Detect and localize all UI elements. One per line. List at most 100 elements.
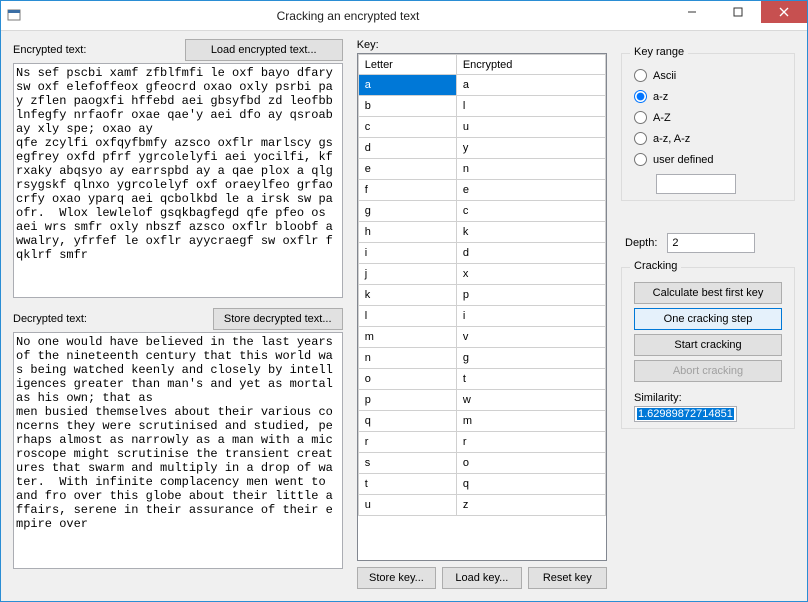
key-cell-encrypted[interactable]: x — [456, 264, 605, 285]
key-cell-encrypted[interactable]: c — [456, 201, 605, 222]
key-cell-encrypted[interactable]: a — [456, 75, 605, 96]
key-cell-encrypted[interactable]: y — [456, 138, 605, 159]
key-cell-encrypted[interactable]: k — [456, 222, 605, 243]
key-row[interactable]: en — [358, 159, 605, 180]
key-cell-letter[interactable]: f — [358, 180, 456, 201]
key-row[interactable]: fe — [358, 180, 605, 201]
key-row[interactable]: id — [358, 243, 605, 264]
encrypted-textarea[interactable] — [13, 63, 343, 298]
key-cell-letter[interactable]: r — [358, 432, 456, 453]
key-cell-letter[interactable]: i — [358, 243, 456, 264]
keyrange-option[interactable]: Ascii — [634, 69, 782, 82]
start-cracking-button[interactable]: Start cracking — [634, 334, 782, 356]
key-row[interactable]: ng — [358, 348, 605, 369]
key-row[interactable]: qm — [358, 411, 605, 432]
key-row[interactable]: gc — [358, 201, 605, 222]
key-cell-letter[interactable]: k — [358, 285, 456, 306]
cracking-group: Cracking Calculate best first key One cr… — [621, 267, 795, 429]
key-cell-letter[interactable]: m — [358, 327, 456, 348]
key-row[interactable]: tq — [358, 474, 605, 495]
key-cell-letter[interactable]: s — [358, 453, 456, 474]
keyrange-radio[interactable] — [634, 132, 647, 145]
similarity-value: 1.62989872714851 — [637, 408, 734, 420]
key-cell-encrypted[interactable]: z — [456, 495, 605, 516]
key-cell-letter[interactable]: n — [358, 348, 456, 369]
reset-key-button[interactable]: Reset key — [528, 567, 607, 589]
keyrange-option[interactable]: a-z, A-z — [634, 132, 782, 145]
key-row[interactable]: ot — [358, 369, 605, 390]
key-cell-encrypted[interactable]: r — [456, 432, 605, 453]
key-column: Key: Letter Encrypted aablcudyenfegchkid… — [357, 39, 607, 589]
key-row[interactable]: jx — [358, 264, 605, 285]
key-cell-encrypted[interactable]: o — [456, 453, 605, 474]
key-row[interactable]: hk — [358, 222, 605, 243]
key-row[interactable]: pw — [358, 390, 605, 411]
user-defined-input[interactable] — [656, 174, 736, 194]
key-cell-letter[interactable]: a — [358, 75, 456, 96]
key-col-encrypted[interactable]: Encrypted — [456, 55, 605, 75]
depth-input[interactable] — [667, 233, 755, 253]
key-cell-letter[interactable]: o — [358, 369, 456, 390]
store-key-button[interactable]: Store key... — [357, 567, 436, 589]
key-cell-encrypted[interactable]: u — [456, 117, 605, 138]
keyrange-option[interactable]: A-Z — [634, 111, 782, 124]
keyrange-radio[interactable] — [634, 69, 647, 82]
key-cell-encrypted[interactable]: q — [456, 474, 605, 495]
key-cell-letter[interactable]: e — [358, 159, 456, 180]
one-step-button[interactable]: One cracking step — [634, 308, 782, 330]
abort-cracking-button[interactable]: Abort cracking — [634, 360, 782, 382]
key-cell-letter[interactable]: h — [358, 222, 456, 243]
store-decrypted-button[interactable]: Store decrypted text... — [213, 308, 343, 330]
key-cell-encrypted[interactable]: d — [456, 243, 605, 264]
key-row[interactable]: so — [358, 453, 605, 474]
key-cell-encrypted[interactable]: e — [456, 180, 605, 201]
load-key-button[interactable]: Load key... — [442, 567, 521, 589]
similarity-label: Similarity: — [634, 392, 682, 404]
keyrange-radio[interactable] — [634, 153, 647, 166]
key-cell-letter[interactable]: j — [358, 264, 456, 285]
key-cell-letter[interactable]: d — [358, 138, 456, 159]
key-col-letter[interactable]: Letter — [358, 55, 456, 75]
key-cell-letter[interactable]: c — [358, 117, 456, 138]
key-cell-encrypted[interactable]: g — [456, 348, 605, 369]
key-cell-encrypted[interactable]: i — [456, 306, 605, 327]
key-cell-encrypted[interactable]: w — [456, 390, 605, 411]
keyrange-radio[interactable] — [634, 90, 647, 103]
key-cell-letter[interactable]: b — [358, 96, 456, 117]
key-grid-scroll[interactable]: Letter Encrypted aablcudyenfegchkidjxkpl… — [358, 54, 606, 560]
key-cell-encrypted[interactable]: l — [456, 96, 605, 117]
key-row[interactable]: mv — [358, 327, 605, 348]
key-cell-letter[interactable]: l — [358, 306, 456, 327]
minimize-button[interactable] — [669, 1, 715, 23]
key-row[interactable]: aa — [358, 75, 605, 96]
key-row[interactable]: cu — [358, 117, 605, 138]
decrypted-textarea[interactable] — [13, 332, 343, 569]
right-column: Key range Asciia-zA-Za-z, A-zuser define… — [621, 39, 795, 589]
key-cell-encrypted[interactable]: v — [456, 327, 605, 348]
key-row[interactable]: uz — [358, 495, 605, 516]
close-button[interactable] — [761, 1, 807, 23]
keyrange-option[interactable]: user defined — [634, 153, 782, 166]
key-row[interactable]: li — [358, 306, 605, 327]
key-cell-letter[interactable]: q — [358, 411, 456, 432]
titlebar[interactable]: Cracking an encrypted text — [1, 1, 807, 31]
key-row[interactable]: kp — [358, 285, 605, 306]
keyrange-option[interactable]: a-z — [634, 90, 782, 103]
key-grid[interactable]: Letter Encrypted aablcudyenfegchkidjxkpl… — [358, 54, 606, 516]
key-row[interactable]: bl — [358, 96, 605, 117]
key-cell-letter[interactable]: t — [358, 474, 456, 495]
key-row[interactable]: dy — [358, 138, 605, 159]
key-cell-encrypted[interactable]: n — [456, 159, 605, 180]
maximize-button[interactable] — [715, 1, 761, 23]
key-cell-letter[interactable]: u — [358, 495, 456, 516]
keyrange-label: Ascii — [653, 70, 676, 82]
key-cell-letter[interactable]: p — [358, 390, 456, 411]
calculate-key-button[interactable]: Calculate best first key — [634, 282, 782, 304]
keyrange-radio[interactable] — [634, 111, 647, 124]
key-row[interactable]: rr — [358, 432, 605, 453]
load-encrypted-button[interactable]: Load encrypted text... — [185, 39, 343, 61]
key-cell-letter[interactable]: g — [358, 201, 456, 222]
key-cell-encrypted[interactable]: p — [456, 285, 605, 306]
key-cell-encrypted[interactable]: m — [456, 411, 605, 432]
key-cell-encrypted[interactable]: t — [456, 369, 605, 390]
